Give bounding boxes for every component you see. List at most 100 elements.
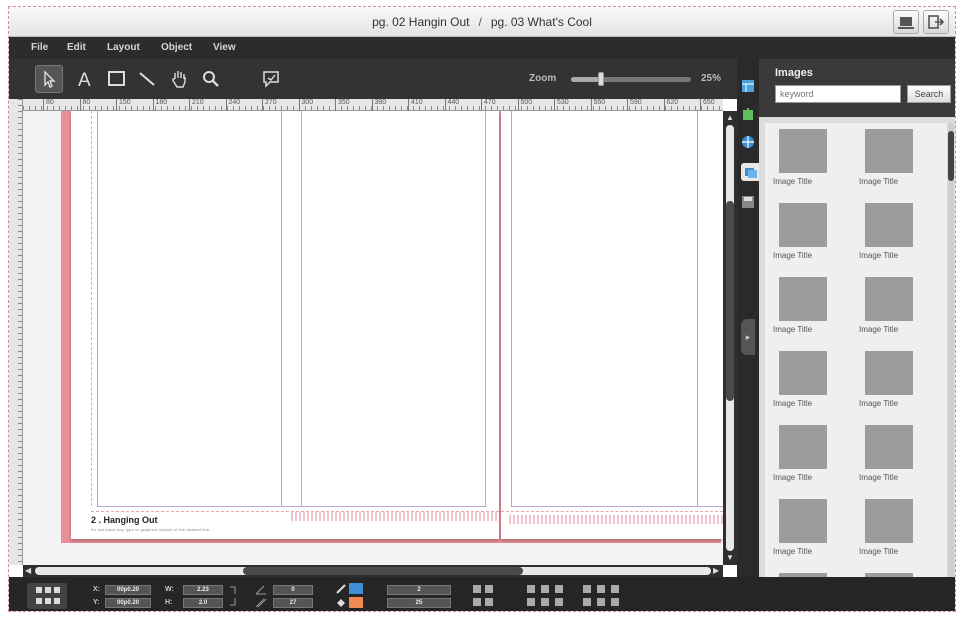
align-bottom-icon[interactable]: [611, 585, 619, 593]
scroll-left-icon[interactable]: ◀: [25, 567, 31, 575]
menu-view[interactable]: View: [213, 42, 236, 53]
canvas[interactable]: 2 . Hanging Out Do not place any type or…: [23, 111, 723, 565]
fill-bucket-icon[interactable]: [335, 597, 347, 609]
hand-tool[interactable]: [165, 65, 193, 93]
image-search-button[interactable]: Search: [907, 85, 951, 103]
properties-bar: X: 00p0.20 Y: 00p0.20 W: 2.23 H: 2.0 0 2…: [9, 577, 955, 611]
stroke-color-swatch[interactable]: [349, 583, 363, 594]
comment-tool[interactable]: [257, 65, 285, 93]
tab-images[interactable]: [741, 163, 761, 181]
image-title: Image Title: [859, 473, 899, 482]
image-item[interactable]: Image Title: [859, 277, 929, 334]
tab-page[interactable]: [739, 105, 757, 123]
menu-file[interactable]: File: [31, 42, 48, 53]
opacity-field[interactable]: 25: [387, 598, 451, 608]
menu-edit[interactable]: Edit: [67, 42, 86, 53]
y-position-field[interactable]: 00p0.20: [105, 598, 151, 608]
fullscreen-button[interactable]: [893, 10, 919, 34]
arrange-icon[interactable]: [473, 598, 481, 606]
page-left-title[interactable]: pg. 02 Hangin Out: [372, 15, 469, 29]
distribute-center-icon[interactable]: [541, 598, 549, 606]
collapse-panel-handle[interactable]: ▸: [741, 319, 755, 355]
image-item[interactable]: Image Title: [773, 203, 843, 260]
images-icon: [745, 168, 757, 178]
zoom-slider[interactable]: [571, 72, 691, 86]
image-item[interactable]: Image Title: [859, 129, 929, 186]
line-tool[interactable]: [133, 65, 161, 93]
ruler-tick-label: 560: [590, 99, 605, 111]
tab-save[interactable]: [739, 193, 757, 211]
align-top-icon[interactable]: [583, 585, 591, 593]
align-center-icon[interactable]: [541, 585, 549, 593]
image-title: Image Title: [859, 251, 899, 260]
scroll-up-icon[interactable]: ▲: [726, 114, 734, 122]
canvas-vertical-scrollbar[interactable]: ▲ ▼: [723, 111, 737, 565]
rotation-field[interactable]: 0: [273, 585, 313, 595]
fill-color-swatch[interactable]: [349, 597, 363, 608]
image-thumbnail: [865, 129, 913, 173]
image-item[interactable]: Image Title: [773, 425, 843, 482]
line-tool-icon: [139, 72, 155, 86]
align-right-icon[interactable]: [555, 585, 563, 593]
image-item[interactable]: Image Title: [773, 129, 843, 186]
skew-icon: [255, 598, 267, 608]
canvas-horizontal-scrollbar[interactable]: ◀ ▶: [23, 565, 723, 577]
tab-layout[interactable]: [739, 77, 757, 95]
safe-line: [91, 111, 92, 506]
x-position-field[interactable]: 00p0.20: [105, 585, 151, 595]
zoom-tool[interactable]: [197, 65, 225, 93]
skew-field[interactable]: 27: [273, 598, 313, 608]
distribute-left-icon[interactable]: [527, 598, 535, 606]
align-icon[interactable]: [473, 585, 481, 593]
svg-text:A: A: [78, 70, 91, 89]
arrange-icon[interactable]: [485, 598, 493, 606]
image-search-input[interactable]: [775, 85, 901, 103]
page-left[interactable]: 2 . Hanging Out Do not place any type or…: [71, 111, 499, 539]
column-guide: [511, 111, 512, 506]
image-item[interactable]: Image Title: [773, 499, 843, 556]
width-field[interactable]: 2.23: [183, 585, 223, 595]
rectangle-tool[interactable]: [103, 65, 131, 93]
text-tool[interactable]: A: [71, 65, 99, 93]
scroll-thumb[interactable]: [948, 131, 954, 181]
image-thumbnail: [865, 425, 913, 469]
safe-line: [501, 511, 723, 512]
image-item[interactable]: Image Title: [773, 277, 843, 334]
page-right-title[interactable]: pg. 03 What's Cool: [491, 15, 592, 29]
distribute-bottom-icon[interactable]: [611, 598, 619, 606]
grid-dot: [54, 587, 60, 593]
image-item[interactable]: Image Title: [859, 425, 929, 482]
image-item[interactable]: Image Title: [773, 351, 843, 408]
scroll-right-icon[interactable]: ▶: [713, 567, 719, 575]
image-item[interactable]: Image Title: [859, 351, 929, 408]
scroll-thumb[interactable]: [726, 201, 734, 401]
grid-toggle-button[interactable]: [27, 583, 67, 609]
height-field[interactable]: 2.0: [183, 598, 223, 608]
scroll-thumb[interactable]: [243, 567, 523, 575]
image-item[interactable]: Image Title: [859, 499, 929, 556]
menu-layout[interactable]: Layout: [107, 42, 140, 53]
scroll-down-icon[interactable]: ▼: [726, 554, 734, 562]
distribute-top-icon[interactable]: [583, 598, 591, 606]
image-thumbnail: [779, 203, 827, 247]
images-panel-title: Images: [775, 67, 813, 79]
align-middle-icon[interactable]: [597, 585, 605, 593]
page-right[interactable]: [501, 111, 723, 539]
align-icon[interactable]: [485, 585, 493, 593]
images-panel-scrollbar[interactable]: [948, 123, 954, 577]
menu-object[interactable]: Object: [161, 42, 192, 53]
select-tool[interactable]: [35, 65, 63, 93]
zoom-slider-thumb[interactable]: [598, 72, 604, 86]
ruler-tick-label: 300: [298, 99, 313, 111]
align-left-icon[interactable]: [527, 585, 535, 593]
stroke-color-icon[interactable]: [335, 583, 347, 595]
page-footer-title[interactable]: 2 . Hanging Out: [91, 515, 158, 525]
distribute-middle-icon[interactable]: [597, 598, 605, 606]
distribute-right-icon[interactable]: [555, 598, 563, 606]
ruler-tick-label: 270: [262, 99, 277, 111]
image-item[interactable]: Image Title: [859, 203, 929, 260]
tab-color[interactable]: [739, 133, 757, 151]
link-proportions-icon[interactable]: [229, 586, 237, 606]
stroke-width-field[interactable]: 2: [387, 585, 451, 595]
exit-button[interactable]: [923, 10, 949, 34]
